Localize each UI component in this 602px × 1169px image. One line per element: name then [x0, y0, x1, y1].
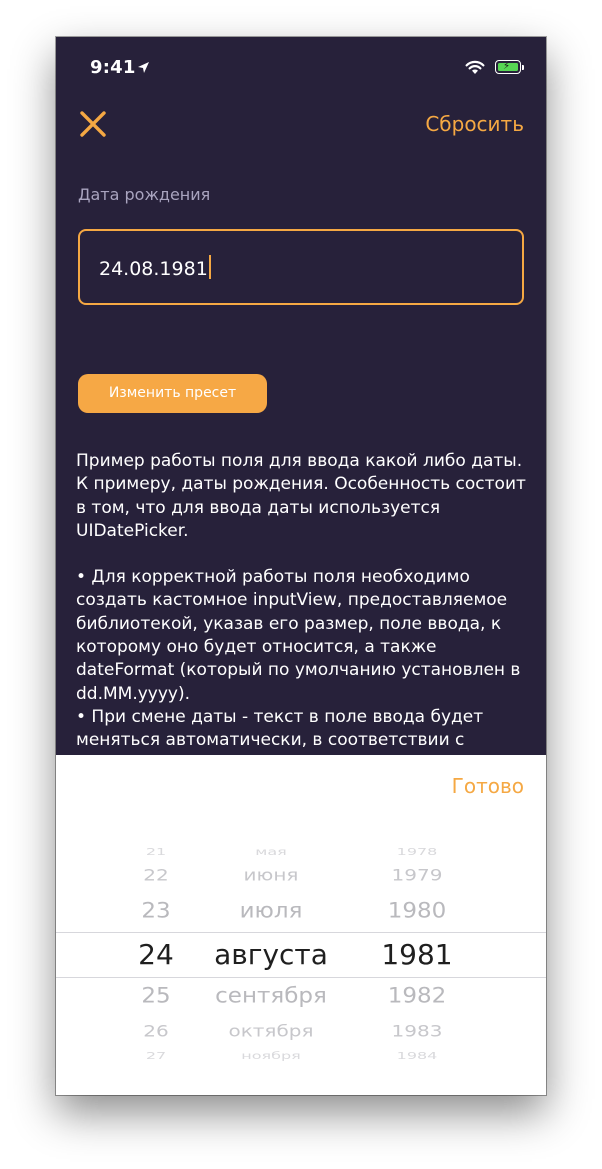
text-cursor — [208, 255, 211, 279]
battery-icon: ⚡ — [495, 60, 521, 74]
picker-month[interactable]: мая — [186, 847, 356, 857]
picker-year[interactable]: 1982 — [357, 985, 477, 1006]
location-arrow-icon — [138, 62, 149, 73]
wifi-icon — [465, 60, 485, 74]
description-paragraph: • Для корректной работы поля необходимо … — [76, 567, 521, 751]
picker-year[interactable]: 1980 — [357, 900, 477, 921]
picker-month[interactable]: октября — [186, 1023, 356, 1039]
picker-year-selected[interactable]: 1981 — [357, 941, 477, 969]
close-icon[interactable] — [78, 109, 108, 139]
picker-year[interactable]: 1983 — [357, 1023, 477, 1039]
picker-day[interactable]: 26 — [116, 1023, 196, 1039]
picker-month[interactable]: ноября — [186, 1051, 356, 1061]
reset-button[interactable]: Сбросить — [425, 112, 524, 136]
date-picker-wheel[interactable]: 21 22 23 24 25 26 27 мая июня июля августа сентября… — [56, 833, 546, 1065]
done-button[interactable]: Готово — [452, 774, 524, 798]
description-text: Пример работы поля для ввода какой либо … — [76, 450, 526, 753]
change-preset-button[interactable]: Изменить пресет — [78, 374, 267, 413]
phone-screen: 9:41 ⚡ Сбросить Дата рождения 24.08.1981… — [56, 37, 546, 1095]
picker-year[interactable]: 1979 — [357, 867, 477, 883]
birthdate-input[interactable]: 24.08.1981 — [78, 229, 524, 305]
picker-month[interactable]: июля — [186, 900, 356, 921]
birthdate-label: Дата рождения — [78, 185, 211, 204]
picker-month-selected[interactable]: августа — [186, 941, 356, 969]
picker-month[interactable]: сентября — [186, 985, 356, 1006]
status-time: 9:41 — [90, 57, 136, 78]
picker-year[interactable]: 1984 — [357, 1051, 477, 1061]
picker-year[interactable]: 1978 — [357, 847, 477, 857]
picker-day[interactable]: 23 — [116, 900, 196, 921]
picker-day[interactable]: 22 — [116, 867, 196, 883]
battery-cap — [522, 65, 524, 70]
selection-line-bottom — [56, 977, 546, 978]
picker-day-selected[interactable]: 24 — [116, 941, 196, 969]
birthdate-value: 24.08.1981 — [99, 258, 208, 280]
picker-day[interactable]: 25 — [116, 985, 196, 1006]
picker-day[interactable]: 27 — [116, 1051, 196, 1061]
picker-month[interactable]: июня — [186, 867, 356, 883]
date-picker-panel: Готово 21 22 23 24 25 26 27 мая июня июля августа с… — [56, 755, 546, 1095]
picker-day[interactable]: 21 — [116, 847, 196, 857]
selection-line-top — [56, 932, 546, 933]
description-paragraph: Пример работы поля для ввода какой либо … — [76, 451, 526, 541]
